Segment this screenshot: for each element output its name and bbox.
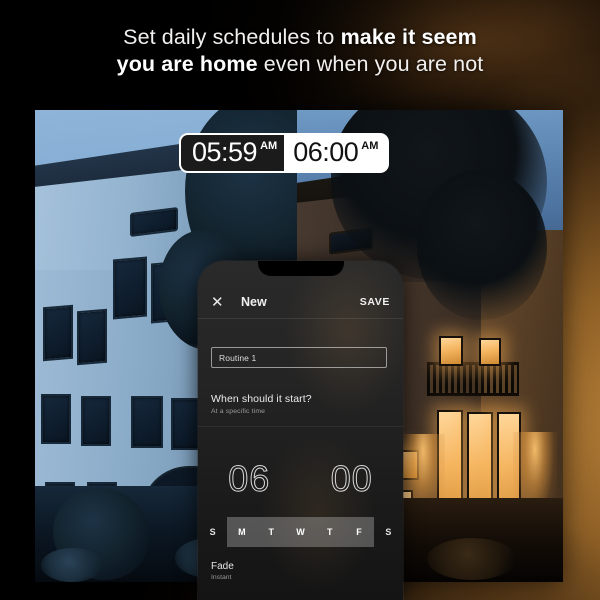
clock-after-time: 06:00 xyxy=(293,137,359,167)
clock-after-meridiem: AM xyxy=(361,140,379,152)
window-left-u1 xyxy=(113,256,147,320)
day-toggle-thu[interactable]: T xyxy=(315,517,345,547)
day-toggle-mon[interactable]: M xyxy=(227,517,257,547)
fade-subtitle: Instant xyxy=(211,574,232,581)
promo-stage: Set daily schedules to make it seem you … xyxy=(0,0,600,600)
day-toggle-sun[interactable]: S xyxy=(198,517,227,547)
app-header: ✕ New SAVE xyxy=(198,287,403,317)
phone-mockup: ✕ New SAVE Routine 1 When should it star… xyxy=(198,261,403,600)
window-left-u4 xyxy=(77,308,107,366)
headline-line-2-bold: you are home xyxy=(116,52,258,76)
headline-line-1: Set daily schedules to make it seem xyxy=(0,24,600,51)
window-right-balcony-lit-2 xyxy=(479,338,501,366)
page-title: New xyxy=(241,295,267,309)
window-left-u3 xyxy=(43,304,73,362)
headline-line-2: you are home even when you are not xyxy=(0,51,600,78)
time-picker-minute[interactable]: 00 xyxy=(301,458,404,499)
time-picker-hour[interactable]: 06 xyxy=(198,458,301,499)
start-subtitle: At a specific time xyxy=(211,408,266,415)
window-left-m2 xyxy=(81,396,111,446)
tree-canopy-right-2 xyxy=(417,170,547,320)
phone-screen: ✕ New SAVE Routine 1 When should it star… xyxy=(198,261,403,600)
day-toggle-wed[interactable]: W xyxy=(285,517,316,547)
shrub-right-2 xyxy=(427,538,517,580)
time-picker[interactable]: 06 00 xyxy=(198,447,403,511)
day-of-week-selector[interactable]: S M T W T F S xyxy=(198,517,403,547)
save-button[interactable]: SAVE xyxy=(360,296,390,308)
balcony-rail xyxy=(427,362,519,396)
headline-line-1-bold: make it seem xyxy=(340,25,477,49)
clock-before-time: 05:59 xyxy=(192,137,258,167)
before-after-clocks: 05:59 AM 06:00 AM xyxy=(179,133,390,173)
close-icon[interactable]: ✕ xyxy=(211,295,227,310)
shrub-left-2 xyxy=(41,548,103,582)
clock-before: 05:59 AM xyxy=(179,133,285,173)
phone-notch xyxy=(257,261,344,276)
fade-label: Fade xyxy=(211,561,234,572)
section-divider xyxy=(198,426,403,427)
clock-before-meridiem: AM xyxy=(260,140,278,152)
headline-line-1-normal: Set daily schedules to xyxy=(123,25,341,49)
day-toggle-tue[interactable]: T xyxy=(256,517,286,547)
start-question: When should it start? xyxy=(211,393,312,405)
time-picker-hour-value: 06 xyxy=(228,458,271,499)
header-divider xyxy=(198,318,403,319)
start-section[interactable]: When should it start? At a specific time xyxy=(211,393,312,415)
window-left-m1 xyxy=(41,394,71,444)
clock-after: 06:00 AM xyxy=(284,133,390,173)
window-left-m3 xyxy=(131,396,163,448)
fade-setting[interactable]: Fade Instant xyxy=(211,561,234,581)
day-toggle-sat[interactable]: S xyxy=(374,517,403,547)
routine-name-input[interactable]: Routine 1 xyxy=(211,347,387,368)
day-toggle-fri[interactable]: F xyxy=(344,517,374,547)
time-picker-minute-value: 00 xyxy=(330,458,373,499)
headline-line-2-normal: even when you are not xyxy=(257,52,484,76)
routine-name-value: Routine 1 xyxy=(219,352,257,363)
headline: Set daily schedules to make it seem you … xyxy=(0,24,600,78)
window-right-balcony-lit xyxy=(439,336,463,366)
